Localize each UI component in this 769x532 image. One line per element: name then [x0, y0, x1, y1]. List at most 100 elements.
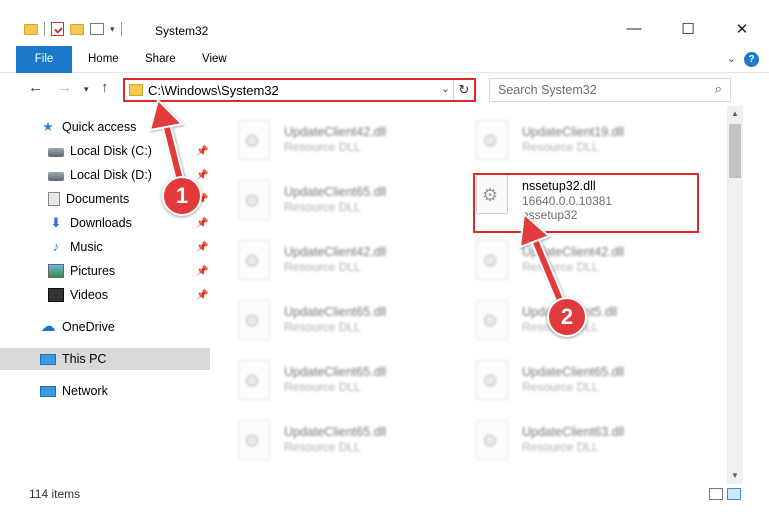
- dll-file-icon: [238, 240, 270, 280]
- scroll-up-icon[interactable]: ▲: [727, 106, 743, 122]
- tab-share[interactable]: Share: [133, 46, 188, 73]
- list-item[interactable]: UpdateClient42.dll Resource DLL: [460, 234, 680, 284]
- navigation-pane: ★ Quick access Local Disk (C:) 📌 Local D…: [0, 110, 210, 480]
- sidebar-item-quick-access[interactable]: ★ Quick access: [0, 116, 210, 138]
- dll-file-icon: [238, 300, 270, 340]
- up-arrow-icon[interactable]: ↑: [101, 79, 109, 96]
- tab-view[interactable]: View: [190, 46, 239, 73]
- file-description: Resource DLL: [284, 440, 361, 454]
- title-bar: ▾ System32 — ☐ ✕: [0, 0, 769, 46]
- disk-icon: [48, 147, 64, 157]
- address-path[interactable]: C:\Windows\System32: [148, 83, 279, 98]
- file-name: UpdateClient65.dll: [284, 305, 387, 319]
- file-name: UpdateClient65.dll: [284, 365, 387, 379]
- status-bar: 114 items: [0, 484, 769, 506]
- list-item[interactable]: UpdateClient65.dll Resource DLL: [222, 414, 442, 464]
- step-2-badge: 2: [547, 297, 587, 337]
- file-description: Resource DLL: [522, 440, 599, 454]
- dll-file-icon: [476, 360, 508, 400]
- file-name: UpdateClient19.dll: [522, 125, 625, 139]
- documents-icon: [48, 192, 60, 206]
- search-icon[interactable]: ⌕: [715, 81, 722, 97]
- navigation-bar: ← → ▾ ↑ C:\Windows\System32 ⌄ ↻ Search S…: [0, 74, 769, 106]
- chevron-down-icon[interactable]: ▾: [110, 24, 115, 35]
- list-item[interactable]: UpdateClient19.dll Resource DLL: [460, 114, 680, 164]
- back-arrow-icon[interactable]: ←: [28, 79, 43, 96]
- quick-access-toolbar: ▾: [24, 22, 122, 36]
- maximize-button[interactable]: ☐: [661, 20, 715, 38]
- list-item[interactable]: UpdateClient65.dll Resource DLL: [222, 294, 442, 344]
- file-name: UpdateClient42.dll: [284, 125, 387, 139]
- address-bar[interactable]: C:\Windows\System32 ⌄ ↻: [123, 78, 476, 102]
- dll-file-icon: [476, 120, 508, 160]
- separator: [44, 22, 45, 36]
- pin-icon[interactable]: 📌: [196, 242, 208, 253]
- file-description: Resource DLL: [522, 260, 599, 274]
- scrollbar-thumb[interactable]: [729, 124, 741, 178]
- sidebar-item-this-pc[interactable]: This PC: [0, 348, 210, 370]
- close-button[interactable]: ✕: [715, 20, 769, 38]
- sidebar-item-onedrive[interactable]: ☁ OneDrive: [0, 316, 210, 338]
- cloud-icon: ☁: [40, 318, 56, 335]
- list-item[interactable]: UpdateClient65.dll Resource DLL: [460, 354, 680, 404]
- file-description: Resource DLL: [522, 380, 599, 394]
- sidebar-item-network[interactable]: Network: [0, 380, 210, 402]
- forward-arrow-icon[interactable]: →: [57, 79, 72, 96]
- properties-icon[interactable]: [51, 22, 64, 36]
- list-item[interactable]: UpdateClient63.dll Resource DLL: [460, 414, 680, 464]
- sidebar-item-label: Music: [70, 240, 103, 254]
- expand-ribbon-icon[interactable]: ⌄: [727, 52, 736, 65]
- view-icon[interactable]: [90, 23, 104, 35]
- help-icon[interactable]: ?: [744, 52, 759, 67]
- list-item[interactable]: UpdateClient42.dll Resource DLL: [222, 234, 442, 284]
- list-item[interactable]: UpdateClient65.dll Resource DLL: [222, 354, 442, 404]
- list-item[interactable]: UpdateClient65.dll Resource DLL: [222, 174, 442, 224]
- file-description: Resource DLL: [284, 200, 361, 214]
- file-name: UpdateClient65.dll: [284, 425, 387, 439]
- sidebar-item-local-disk-c[interactable]: Local Disk (C:) 📌: [0, 140, 210, 162]
- disk-icon: [48, 171, 64, 181]
- details-view-icon[interactable]: [709, 488, 723, 500]
- tab-file[interactable]: File: [16, 46, 72, 73]
- file-list: UpdateClient42.dll Resource DLL UpdateCl…: [222, 106, 727, 480]
- pin-icon[interactable]: 📌: [196, 218, 208, 229]
- recent-locations-chevron-icon[interactable]: ▾: [84, 84, 89, 95]
- pin-icon[interactable]: 📌: [196, 290, 208, 301]
- computer-icon: [40, 353, 56, 365]
- file-description: Resource DLL: [284, 140, 361, 154]
- sidebar-item-videos[interactable]: Videos 📌: [0, 284, 210, 306]
- pin-icon[interactable]: 📌: [196, 146, 208, 157]
- large-icons-view-icon[interactable]: [727, 488, 741, 500]
- ribbon: File Home Share View ⌄ ?: [0, 46, 769, 73]
- list-item[interactable]: UpdateClient42.dll Resource DLL: [222, 114, 442, 164]
- chevron-down-icon[interactable]: ⌄: [441, 82, 450, 95]
- search-placeholder: Search System32: [498, 83, 597, 97]
- pin-icon[interactable]: 📌: [196, 266, 208, 277]
- file-name: UpdateClient65.dll: [522, 365, 625, 379]
- folder-icon: [24, 23, 38, 35]
- vertical-scrollbar[interactable]: ▲ ▼: [727, 106, 743, 484]
- sidebar-item-music[interactable]: ♪ Music 📌: [0, 236, 210, 258]
- refresh-icon[interactable]: ↻: [453, 80, 474, 100]
- videos-icon: [48, 288, 64, 302]
- minimize-button[interactable]: —: [607, 20, 661, 38]
- file-name: UpdateClient42.dll: [284, 245, 387, 259]
- new-folder-icon[interactable]: [70, 23, 84, 35]
- separator: [120, 22, 122, 36]
- file-name: UpdateClient63.dll: [522, 425, 625, 439]
- pin-icon[interactable]: 📌: [196, 170, 208, 181]
- star-icon: ★: [42, 119, 54, 134]
- dll-file-icon: [476, 240, 508, 280]
- tab-home[interactable]: Home: [76, 46, 131, 73]
- music-icon: ♪: [52, 239, 60, 254]
- search-input[interactable]: Search System32 ⌕: [489, 78, 731, 102]
- file-description: Resource DLL: [284, 320, 361, 334]
- pictures-icon: [48, 264, 64, 278]
- sidebar-item-pictures[interactable]: Pictures 📌: [0, 260, 210, 282]
- dll-file-icon: [238, 360, 270, 400]
- dll-file-icon: [238, 180, 270, 220]
- file-name: UpdateClient65.dll: [284, 185, 387, 199]
- file-name: UpdateClient42.dll: [522, 245, 625, 259]
- sidebar-item-label: Pictures: [70, 264, 116, 278]
- scroll-down-icon[interactable]: ▼: [727, 468, 743, 484]
